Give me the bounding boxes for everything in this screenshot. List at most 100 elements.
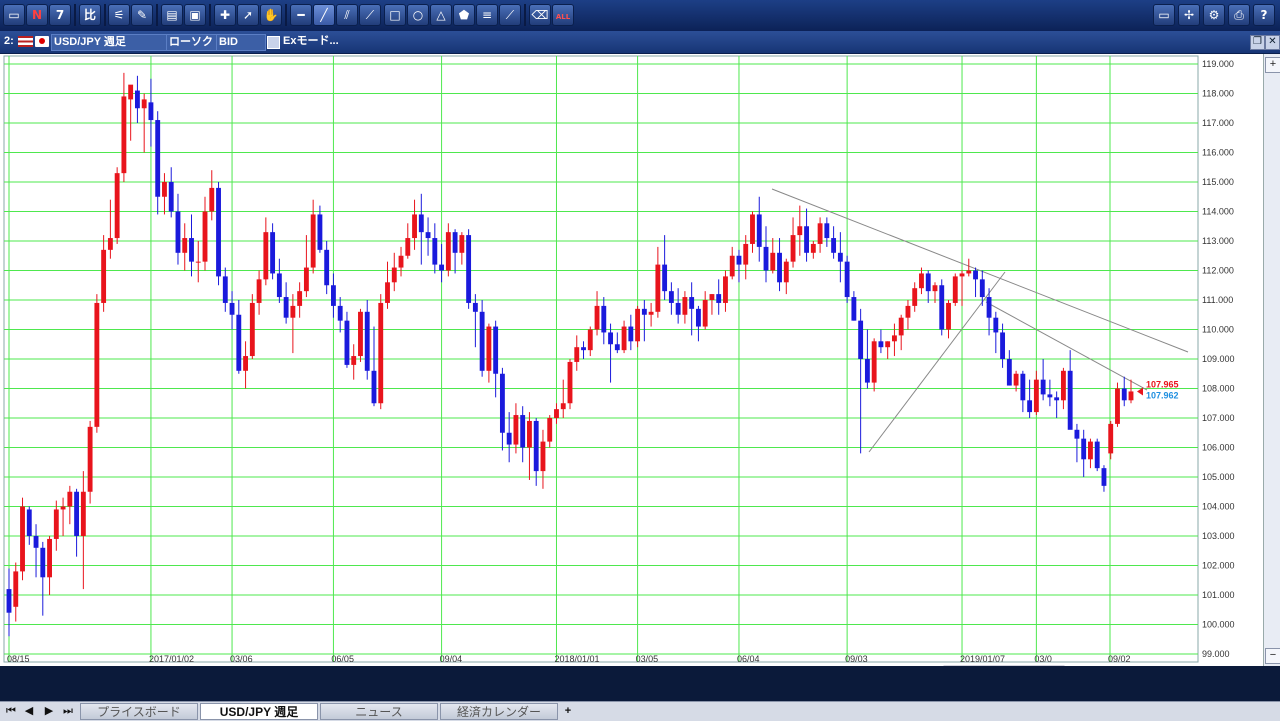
tab-price-board[interactable]: プライスボード (80, 703, 198, 720)
rectangle-icon[interactable]: □ (384, 4, 406, 26)
save-icon[interactable]: ▣ (184, 4, 206, 26)
symbol-selector[interactable]: USD/JPY 週足 (51, 34, 167, 51)
candle-body (824, 223, 830, 239)
pen-icon[interactable]: ✎ (131, 4, 153, 26)
price-type-selector[interactable]: BID (216, 34, 266, 51)
ratio-button[interactable]: 比 (79, 4, 101, 26)
main-toolbar: ▭ N 7 比 ⚟ ✎ ▤ ▣ ✚ ➚ ✋ ━ ╱ ⫽ ⟋ □ ○ △ ⬟ ≡ … (0, 0, 1280, 32)
gann-icon[interactable]: ⟋ (499, 4, 521, 26)
candle-body (337, 305, 343, 321)
first-page-icon[interactable]: ⏮ (4, 704, 18, 718)
horizontal-line-icon[interactable]: ━ (290, 4, 312, 26)
candle-body (513, 415, 519, 445)
date-tick-label: 03/05 (636, 654, 659, 664)
candle-body (263, 232, 269, 280)
candle-body (946, 302, 951, 330)
candle-body (871, 341, 877, 383)
candle-body (621, 326, 627, 351)
candle-body (1020, 373, 1026, 401)
candle-body (608, 332, 613, 345)
gear-icon[interactable]: ⚙ (1203, 4, 1225, 26)
zoom-in-button[interactable]: + (1265, 57, 1280, 73)
candle-body (601, 305, 607, 333)
print-icon[interactable]: ⎙ (1228, 4, 1250, 26)
price-tick-label: 106.000 (1202, 443, 1235, 453)
candle-body (689, 297, 695, 309)
candle-body (851, 297, 857, 321)
indicator-icon[interactable]: ⚟ (108, 4, 130, 26)
restore-icon[interactable]: ❐ (1250, 35, 1265, 50)
candle-body (128, 84, 134, 100)
candle-body (547, 418, 553, 442)
candle-body (1121, 388, 1127, 401)
fibonacci-icon[interactable]: ≡ (476, 4, 498, 26)
candle-body (1027, 400, 1033, 413)
next-page-icon[interactable]: ▶ (42, 704, 56, 718)
triangle-icon[interactable]: △ (430, 4, 452, 26)
candle-body (750, 214, 755, 244)
candle-body (1047, 394, 1053, 398)
layout-icon[interactable]: ▤ (161, 4, 183, 26)
help-label: ? (1260, 8, 1268, 22)
candle-body (905, 305, 911, 318)
candle-body (418, 214, 424, 233)
chart-window-icon[interactable]: ▭ (3, 4, 25, 26)
channel-icon[interactable]: ⫽ (336, 4, 358, 26)
help-icon[interactable]: ? (1253, 4, 1275, 26)
candle-body (344, 320, 350, 365)
window-icon[interactable]: ▭ (1153, 4, 1175, 26)
candle-body (628, 326, 634, 342)
circle-icon[interactable]: ○ (407, 4, 429, 26)
price-tick-label: 105.000 (1202, 472, 1235, 482)
candle-body (1088, 441, 1093, 460)
candle-body (303, 267, 309, 292)
ex-mode-label[interactable]: Exモード... (283, 34, 339, 49)
candle-body (668, 291, 674, 303)
zoom-out-button[interactable]: − (1265, 648, 1280, 664)
last-page-icon[interactable]: ⏭ (61, 704, 75, 718)
news-icon[interactable]: N (26, 4, 48, 26)
close-icon[interactable]: ✕ (1265, 35, 1280, 50)
candle-body (351, 356, 357, 365)
cursor-icon[interactable]: ➚ (237, 4, 259, 26)
candle-body (358, 311, 363, 357)
eraser-icon[interactable]: ⌫ (529, 4, 551, 26)
fan-icon[interactable]: ⟋ (359, 4, 381, 26)
chart-area[interactable]: 119.000 118.000 117.000 116.000 115.000 114.0… (0, 54, 1264, 695)
candle-body (466, 235, 472, 303)
tab-usdjpy-weekly[interactable]: USD/JPY 週足 (200, 703, 318, 720)
erase-all-icon[interactable]: ALL (552, 4, 574, 26)
candle-body (682, 297, 688, 315)
us-flag-icon (18, 36, 33, 47)
calendar-icon[interactable]: 7 (49, 4, 71, 26)
candlestick-chart[interactable]: 119.000 118.000 117.000 116.000 115.000 114.0… (0, 54, 1264, 695)
candle-body (398, 255, 404, 268)
add-tab-button[interactable]: + (561, 704, 575, 718)
candle-body (817, 223, 823, 244)
candle-body (189, 238, 194, 262)
candle-body (1115, 388, 1120, 424)
tab-news[interactable]: ニュース (320, 703, 438, 720)
price-tick-label: 113.000 (1202, 236, 1234, 246)
tab-economic-calendar[interactable]: 経済カレンダー (440, 703, 558, 720)
candle-body (479, 311, 485, 371)
candle-type-selector[interactable]: ローソク (166, 34, 217, 51)
candle-body (236, 314, 242, 371)
candle-body (1033, 379, 1039, 413)
prev-page-icon[interactable]: ◀ (22, 704, 36, 718)
tile-icon[interactable]: ✢ (1178, 4, 1200, 26)
vertical-scale-bar[interactable]: + − (1263, 54, 1280, 666)
pentagon-icon[interactable]: ⬟ (453, 4, 475, 26)
candle-body (452, 232, 458, 253)
candle-body (391, 267, 397, 283)
date-tick-label: 2019/01/07 (960, 654, 1005, 664)
candle-body (202, 211, 208, 262)
candle-body (736, 255, 742, 265)
ex-mode-checkbox[interactable] (267, 36, 280, 49)
candle-body (134, 90, 140, 109)
hand-icon[interactable]: ✋ (260, 4, 282, 26)
trendline-icon[interactable]: ╱ (313, 4, 335, 26)
candle-body (324, 249, 330, 286)
crosshair-icon[interactable]: ✚ (214, 4, 236, 26)
candle-body (567, 361, 573, 404)
